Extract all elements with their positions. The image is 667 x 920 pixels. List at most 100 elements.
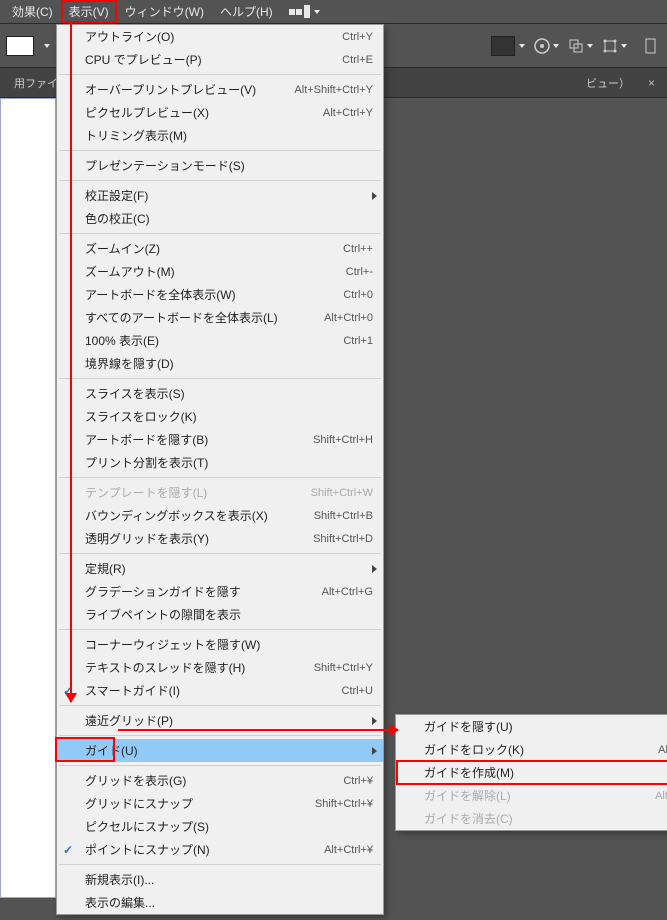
menu-item[interactable]: 100% 表示(E)Ctrl+1 xyxy=(57,329,383,352)
chevron-down-icon[interactable] xyxy=(519,44,525,48)
menu-help[interactable]: ヘルプ(H) xyxy=(212,0,281,23)
menu-item-shortcut: Alt+Ctrl+Y xyxy=(323,107,373,119)
transform-icon[interactable] xyxy=(601,33,627,59)
circle-icon[interactable] xyxy=(533,33,559,59)
menu-item[interactable]: 境界線を隠す(D) xyxy=(57,352,383,375)
menu-item-label: テキストのスレッドを隠す(H) xyxy=(85,659,314,676)
menu-item[interactable]: プリント分割を表示(T) xyxy=(57,451,383,474)
menu-item[interactable]: アートボードを全体表示(W)Ctrl+0 xyxy=(57,283,383,306)
menu-item-label: コーナーウィジェットを隠す(W) xyxy=(85,636,373,653)
menu-item[interactable]: 遠近グリッド(P) xyxy=(57,709,383,732)
menu-item-label: 色の校正(C) xyxy=(85,210,373,227)
menu-separator xyxy=(59,553,381,554)
chevron-down-icon xyxy=(621,44,627,48)
menu-item[interactable]: スライスをロック(K) xyxy=(57,405,383,428)
menu-item-shortcut: Alt+Shift+Ctrl+Y xyxy=(294,84,373,96)
view-menu-dropdown: アウトライン(O)Ctrl+YCPU でプレビュー(P)Ctrl+E オーバープリ… xyxy=(56,24,384,915)
menu-item[interactable]: 透明グリッドを表示(Y)Shift+Ctrl+D xyxy=(57,527,383,550)
chevron-down-icon xyxy=(314,10,320,14)
menu-item-shortcut: Shift+Ctrl+Y xyxy=(314,662,373,674)
menu-item[interactable]: プレゼンテーションモード(S) xyxy=(57,154,383,177)
chevron-down-icon xyxy=(587,44,593,48)
tab-right-partial[interactable]: ビュー） xyxy=(578,71,638,95)
menu-item-shortcut: Ctrl+0 xyxy=(343,289,373,301)
checkmark-icon: ✓ xyxy=(63,684,73,698)
submenu-arrow-icon xyxy=(372,747,377,755)
menu-separator xyxy=(59,150,381,151)
guides-submenu-dropdown: ガイドを隠す(U)Ctrl+;ガイドをロック(K)Alt+Ctrl+;ガイドを作… xyxy=(395,714,667,831)
submenu-item: ガイドを解除(L)Alt+Ctrl+5 xyxy=(396,784,667,807)
menu-item-shortcut: Alt+Ctrl+5 xyxy=(655,790,667,802)
menu-item-label: ライブペイントの隙間を表示 xyxy=(85,606,373,623)
style-swatch[interactable] xyxy=(491,36,515,56)
menu-item-shortcut: Ctrl+1 xyxy=(343,335,373,347)
chevron-down-icon[interactable] xyxy=(44,44,50,48)
menu-item[interactable]: ライブペイントの隙間を表示 xyxy=(57,603,383,626)
menu-item[interactable]: ピクセルプレビュー(X)Alt+Ctrl+Y xyxy=(57,101,383,124)
menu-item[interactable]: コーナーウィジェットを隠す(W) xyxy=(57,633,383,656)
submenu-arrow-icon xyxy=(372,565,377,573)
menu-item[interactable]: グリッドにスナップShift+Ctrl+¥ xyxy=(57,792,383,815)
menubar: 効果(C) 表示(V) ウィンドウ(W) ヘルプ(H) xyxy=(0,0,667,24)
layout-switcher-icon[interactable] xyxy=(289,5,320,18)
artboard[interactable] xyxy=(0,98,56,898)
menu-item[interactable]: オーバープリントプレビュー(V)Alt+Shift+Ctrl+Y xyxy=(57,78,383,101)
menu-view[interactable]: 表示(V) xyxy=(61,0,117,23)
menu-item-shortcut: Shift+Ctrl+B xyxy=(314,510,373,522)
menu-item[interactable]: バウンディングボックスを表示(X)Shift+Ctrl+B xyxy=(57,504,383,527)
menu-item-label: ガイドを解除(L) xyxy=(424,787,655,804)
menu-item-label: バウンディングボックスを表示(X) xyxy=(85,507,314,524)
menu-separator xyxy=(59,477,381,478)
menu-item[interactable]: テキストのスレッドを隠す(H)Shift+Ctrl+Y xyxy=(57,656,383,679)
menu-item-label: ガイドを作成(M) xyxy=(424,764,667,781)
menu-item[interactable]: ✓ポイントにスナップ(N)Alt+Ctrl+¥ xyxy=(57,838,383,861)
menu-item[interactable]: アウトライン(O)Ctrl+Y xyxy=(57,25,383,48)
menu-item[interactable]: アートボードを隠す(B)Shift+Ctrl+H xyxy=(57,428,383,451)
menu-item[interactable]: ズームアウト(M)Ctrl+- xyxy=(57,260,383,283)
menu-item-label: ガイドを消去(C) xyxy=(424,810,667,827)
menu-item[interactable]: ガイド(U) xyxy=(57,739,383,762)
menu-item[interactable]: グリッドを表示(G)Ctrl+¥ xyxy=(57,769,383,792)
submenu-item[interactable]: ガイドを作成(M)Ctrl+5 xyxy=(396,761,667,784)
menu-item-label: ズームアウト(M) xyxy=(85,263,346,280)
menu-item-shortcut: Ctrl+E xyxy=(342,54,373,66)
menu-item[interactable]: すべてのアートボードを全体表示(L)Alt+Ctrl+0 xyxy=(57,306,383,329)
align-icon[interactable] xyxy=(567,33,593,59)
menu-item-label: グラデーションガイドを隠す xyxy=(85,583,322,600)
menu-window[interactable]: ウィンドウ(W) xyxy=(117,0,212,23)
submenu-item[interactable]: ガイドを隠す(U)Ctrl+; xyxy=(396,715,667,738)
menu-item[interactable]: 表示の編集... xyxy=(57,891,383,914)
menu-item[interactable]: ピクセルにスナップ(S) xyxy=(57,815,383,838)
menu-item[interactable]: 色の校正(C) xyxy=(57,207,383,230)
menu-effects[interactable]: 効果(C) xyxy=(4,0,61,23)
menu-item-label: 校正設定(F) xyxy=(85,187,373,204)
menu-item-shortcut: Alt+Ctrl+0 xyxy=(324,312,373,324)
menu-item-label: テンプレートを隠す(L) xyxy=(85,484,311,501)
menu-item-label: アートボードを全体表示(W) xyxy=(85,286,343,303)
fill-swatch[interactable] xyxy=(6,36,34,56)
menu-item[interactable]: グラデーションガイドを隠すAlt+Ctrl+G xyxy=(57,580,383,603)
menu-separator xyxy=(59,765,381,766)
menu-item[interactable]: 新規表示(I)... xyxy=(57,868,383,891)
menu-separator xyxy=(59,74,381,75)
menu-item[interactable]: スライスを表示(S) xyxy=(57,382,383,405)
menu-item-shortcut: Ctrl+U xyxy=(342,685,373,697)
menu-separator xyxy=(59,233,381,234)
menu-item[interactable]: 定規(R) xyxy=(57,557,383,580)
submenu-arrow-icon xyxy=(372,192,377,200)
menu-item-label: 新規表示(I)... xyxy=(85,871,373,888)
menu-item[interactable]: ズームイン(Z)Ctrl++ xyxy=(57,237,383,260)
menu-item-label: ポイントにスナップ(N) xyxy=(85,841,324,858)
menu-item-label: 表示の編集... xyxy=(85,894,373,911)
submenu-item[interactable]: ガイドをロック(K)Alt+Ctrl+; xyxy=(396,738,667,761)
submenu-arrow-icon xyxy=(372,717,377,725)
menu-item[interactable]: ✓スマートガイド(I)Ctrl+U xyxy=(57,679,383,702)
isolate-icon[interactable] xyxy=(635,33,661,59)
menu-item[interactable]: CPU でプレビュー(P)Ctrl+E xyxy=(57,48,383,71)
close-icon[interactable]: × xyxy=(642,76,661,90)
menu-item-label: 境界線を隠す(D) xyxy=(85,355,373,372)
menu-item[interactable]: トリミング表示(M) xyxy=(57,124,383,147)
menu-item-label: トリミング表示(M) xyxy=(85,127,373,144)
menu-item-shortcut: Alt+Ctrl+; xyxy=(658,744,667,756)
menu-item[interactable]: 校正設定(F) xyxy=(57,184,383,207)
